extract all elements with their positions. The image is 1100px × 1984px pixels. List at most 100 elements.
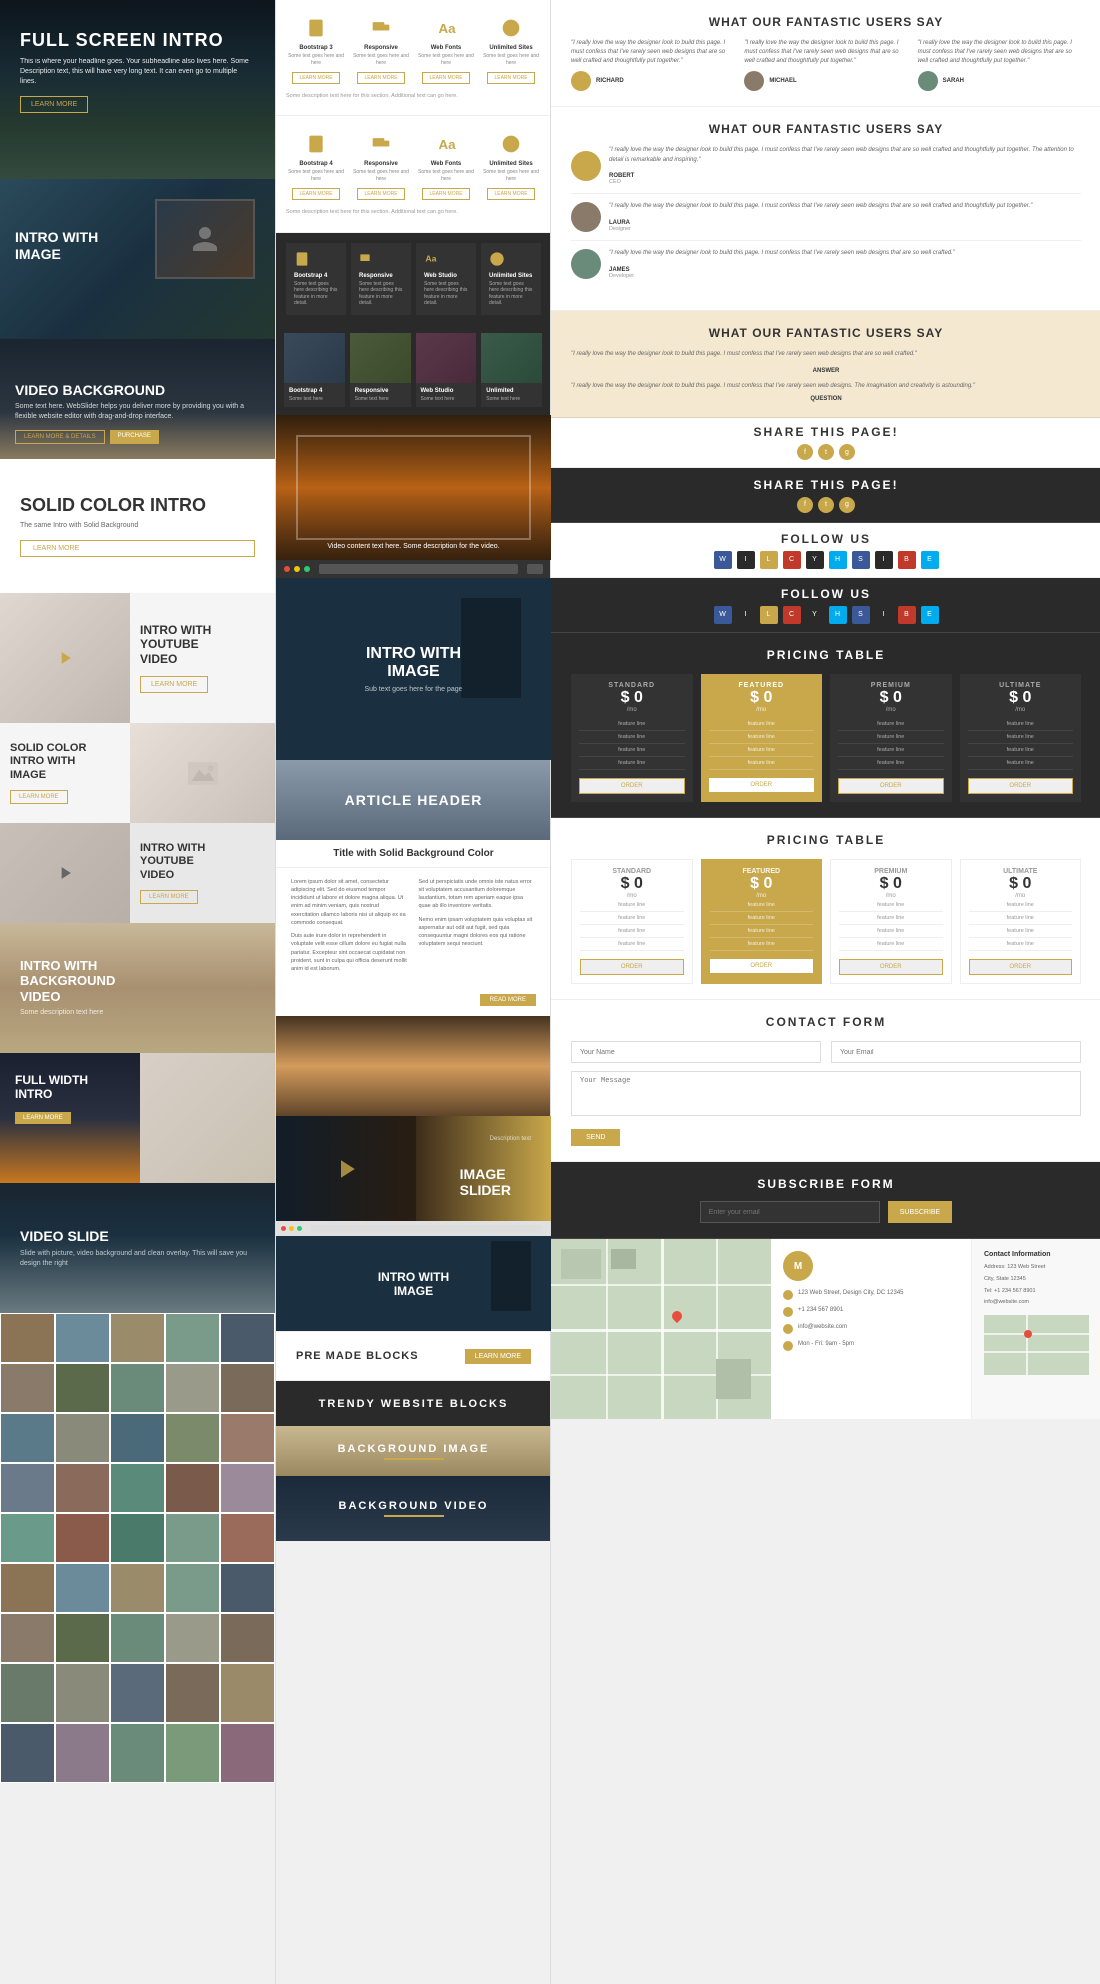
fi-btn[interactable]: LEARN MORE xyxy=(487,72,534,84)
fbd2-item: Responsive Some text here xyxy=(350,333,411,407)
pricing-plan-featured: FEATURED $ 0 /mo feature line feature li… xyxy=(701,674,823,802)
tumblr-follow-icon[interactable]: I xyxy=(875,551,893,569)
gplus-share-icon[interactable]: g xyxy=(839,444,855,460)
subscribe-email-input[interactable] xyxy=(700,1201,880,1223)
grid-item xyxy=(220,1513,275,1563)
fwi-btn[interactable]: LEARN MORE xyxy=(15,1112,71,1124)
p2-select-featured-btn[interactable]: ORDER xyxy=(710,959,814,973)
solid-color-intro-section: SOLID COLOR INTRO The same Intro with So… xyxy=(0,459,275,593)
plan-feature: feature line xyxy=(579,757,685,770)
solid-intro-btn[interactable]: LEARN MORE xyxy=(20,540,255,557)
fi-title: Responsive xyxy=(351,45,411,51)
twitter-share-icon[interactable]: t xyxy=(818,444,834,460)
row-text: "I really love the way the designer look… xyxy=(609,249,1081,259)
pt-dark-icon[interactable]: S xyxy=(852,606,870,624)
video-bg-text: Some text here. WebSlider helps you deli… xyxy=(15,402,260,422)
testimonials-title-1: WHAT OUR FANTASTIC USERS SAY xyxy=(571,15,1081,29)
video-bg-btn1[interactable]: LEARN MORE & DETAILS xyxy=(15,430,105,444)
contact-email-input[interactable] xyxy=(831,1041,1081,1063)
yt-dark-icon[interactable]: C xyxy=(783,606,801,624)
grid-item xyxy=(55,1363,110,1413)
testimonial-item: "I really love the way the designer look… xyxy=(744,39,907,91)
youtube-btn[interactable]: LEARN MORE xyxy=(140,676,208,693)
rss-follow-icon[interactable]: E xyxy=(921,551,939,569)
tw-dark-icon[interactable]: I xyxy=(737,606,755,624)
ig-dark-icon[interactable]: Y xyxy=(806,606,824,624)
facebook-share-dark-icon[interactable]: f xyxy=(797,497,813,513)
row-role: CEO xyxy=(609,179,1081,185)
p2-plan-premium: PREMIUM $ 0 /mo feature line feature lin… xyxy=(830,859,952,984)
tb-dark-icon[interactable]: I xyxy=(875,606,893,624)
feature-boxes-dark-1: Bootstrap 4 Some text goes here describi… xyxy=(276,233,551,325)
subscribe-btn[interactable]: SUBSCRIBE xyxy=(888,1201,952,1223)
gp-dark-icon[interactable]: H xyxy=(829,606,847,624)
phone-icon xyxy=(783,1307,793,1317)
feature-item: Aa Web Fonts Some text goes here and her… xyxy=(416,15,476,84)
contact-message-input[interactable] xyxy=(571,1071,1081,1116)
fi-btn[interactable]: LEARN MORE xyxy=(422,188,469,200)
grid-item xyxy=(165,1363,220,1413)
testimonial-text: "I really love the way the designer look… xyxy=(571,382,1081,392)
fi-text: Some text goes here and here xyxy=(286,169,346,182)
image-slider-section: IMAGE SLIDER Description text xyxy=(276,1116,551,1221)
pinterest-follow-icon[interactable]: S xyxy=(852,551,870,569)
instagram-follow-icon[interactable]: Y xyxy=(806,551,824,569)
grid-item xyxy=(0,1513,55,1563)
grid-item xyxy=(165,1513,220,1563)
testimonials-grid: "I really love the way the designer look… xyxy=(571,39,1081,91)
fi-btn[interactable]: LEARN MORE xyxy=(487,188,534,200)
vm-dark-icon[interactable]: B xyxy=(898,606,916,624)
twitter-follow-icon[interactable]: I xyxy=(737,551,755,569)
author-name: MICHAEL xyxy=(769,78,796,84)
testimonials-section-3: WHAT OUR FANTASTIC USERS SAY "I really l… xyxy=(551,311,1100,418)
vimeo-follow-icon[interactable]: B xyxy=(898,551,916,569)
plan-select-btn[interactable]: ORDER xyxy=(968,778,1074,794)
grid-item xyxy=(110,1313,165,1363)
grid-item xyxy=(110,1413,165,1463)
plan-feature: feature line xyxy=(968,757,1074,770)
contact-send-btn[interactable]: SEND xyxy=(571,1129,620,1146)
fbd-text: Some text goes here describing this feat… xyxy=(359,281,403,307)
rs-dark-icon[interactable]: E xyxy=(921,606,939,624)
fi-title: Bootstrap 4 xyxy=(286,161,346,167)
youtube-follow-icon[interactable]: C xyxy=(783,551,801,569)
li-dark-icon[interactable]: L xyxy=(760,606,778,624)
fi-btn[interactable]: LEARN MORE xyxy=(292,72,339,84)
solid-intro-img-btn[interactable]: LEARN MORE xyxy=(10,790,68,804)
p2-select-btn[interactable]: ORDER xyxy=(839,959,943,975)
fi-btn[interactable]: LEARN MORE xyxy=(292,188,339,200)
plan-select-btn[interactable]: ORDER xyxy=(838,778,944,794)
video-bg-btn2[interactable]: PURCHASE xyxy=(110,430,159,444)
fi-btn[interactable]: LEARN MORE xyxy=(422,72,469,84)
fb-dark-icon[interactable]: W xyxy=(714,606,732,624)
p2-feature: feature line xyxy=(580,912,684,925)
plan-feature: feature line xyxy=(579,718,685,731)
testimonial-text: "I really love the way the designer look… xyxy=(744,39,907,66)
contact-form-title: CONTACT FORM xyxy=(571,1015,1081,1029)
google-follow-icon[interactable]: H xyxy=(829,551,847,569)
fi-btn[interactable]: LEARN MORE xyxy=(357,72,404,84)
fi-btn[interactable]: LEARN MORE xyxy=(357,188,404,200)
youtube2-btn[interactable]: LEARN MORE xyxy=(140,890,198,904)
facebook-follow-icon[interactable]: W xyxy=(714,551,732,569)
gplus-share-dark-icon[interactable]: g xyxy=(839,497,855,513)
linkedin-follow-icon[interactable]: L xyxy=(760,551,778,569)
p2-select-btn[interactable]: ORDER xyxy=(969,959,1073,975)
facebook-share-icon[interactable]: f xyxy=(797,444,813,460)
full-screen-intro-btn[interactable]: LEARN MORE xyxy=(20,96,88,113)
contact-name-input[interactable] xyxy=(571,1041,821,1063)
fbd-item: Responsive Some text goes here describin… xyxy=(351,243,411,315)
plan-feature: feature line xyxy=(709,718,815,731)
company-logo: M xyxy=(783,1251,813,1281)
plan-select-featured-btn[interactable]: ORDER xyxy=(709,778,815,792)
article-read-more-btn[interactable]: READ MORE xyxy=(480,994,536,1006)
fi-title: Bootstrap 3 xyxy=(286,45,346,51)
twitter-share-dark-icon[interactable]: t xyxy=(818,497,834,513)
fbd-text: Some text goes here describing this feat… xyxy=(294,281,338,307)
features-description: Some description text here for this sect… xyxy=(286,92,541,100)
pre-made-btn[interactable]: LEARN MORE xyxy=(465,1349,531,1364)
plan-select-btn[interactable]: ORDER xyxy=(579,778,685,794)
p2-price: $ 0 xyxy=(710,875,814,893)
p2-select-btn[interactable]: ORDER xyxy=(580,959,684,975)
fi-title: Unlimited Sites xyxy=(481,45,541,51)
